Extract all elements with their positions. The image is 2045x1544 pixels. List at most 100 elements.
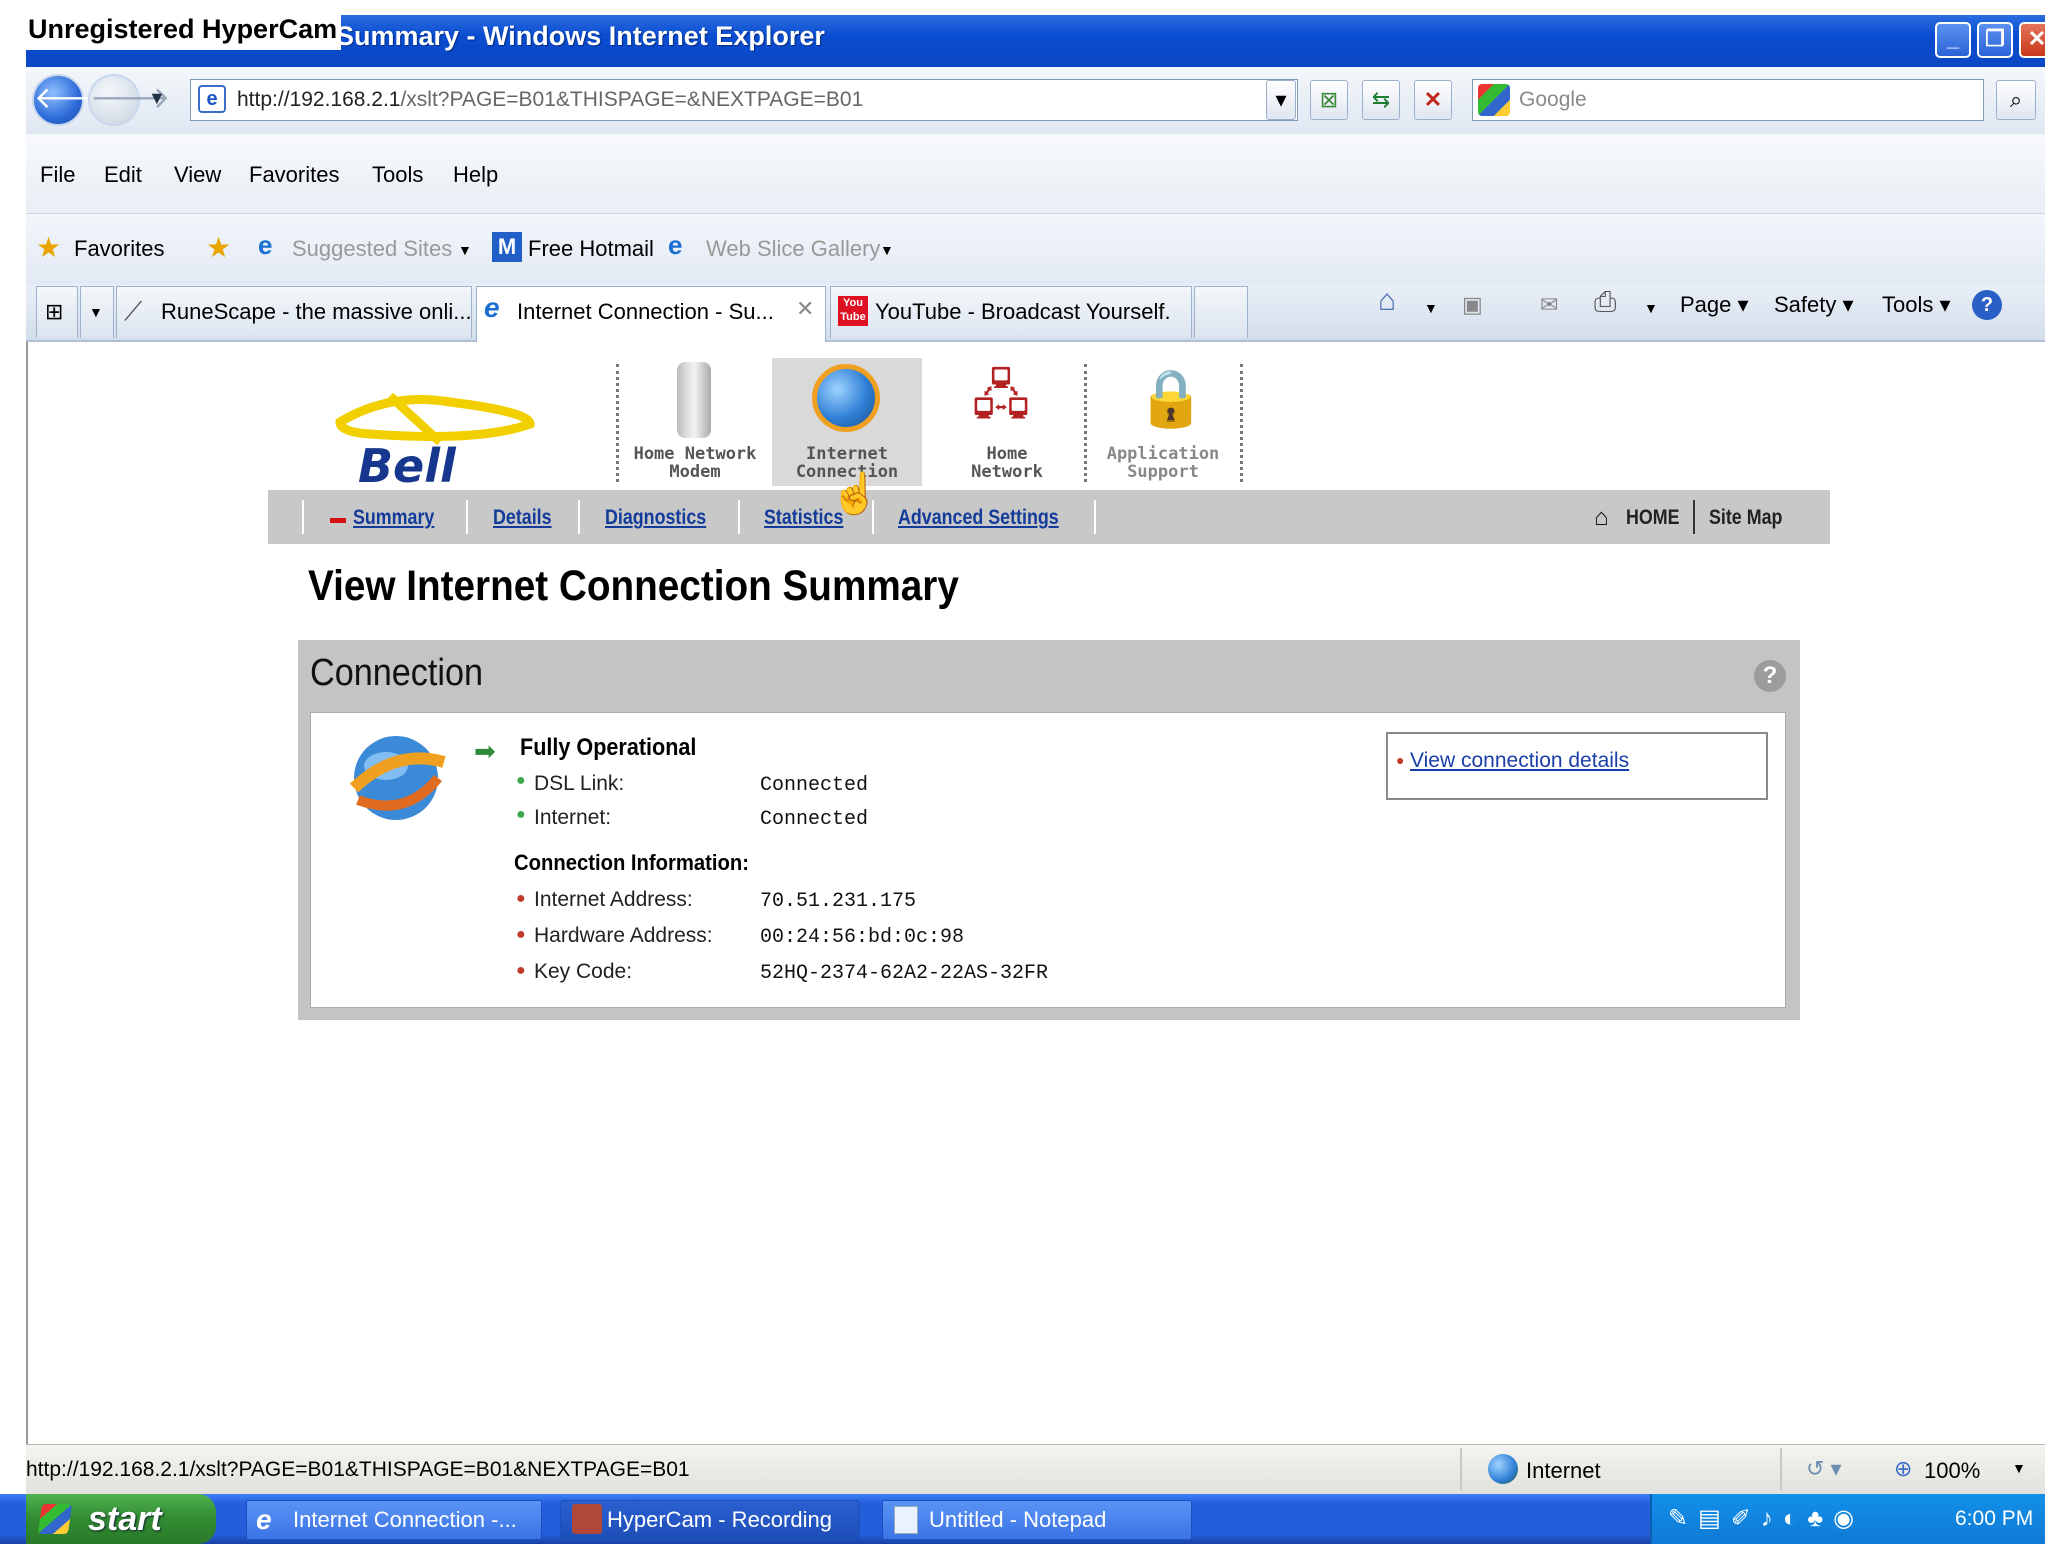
key-code-value: 52HQ-2374-62A2-22AS-32FR (760, 962, 1049, 985)
zoom-level[interactable]: 100% (1924, 1458, 1980, 1484)
ie-taskbar-icon: e (256, 1504, 272, 1535)
nav-internet-connection[interactable]: Internet Connection (772, 358, 922, 486)
free-hotmail-link[interactable]: Free Hotmail (528, 236, 654, 262)
search-input[interactable]: Google (1472, 79, 1984, 121)
page-title: View Internet Connection Summary (308, 562, 959, 610)
taskbar-item-label: HyperCam - Recording (607, 1507, 832, 1532)
bullet-red: ● (516, 890, 526, 907)
start-label: start (88, 1500, 162, 1538)
bullet-red: ● (516, 962, 526, 979)
page-menu-label: Page (1680, 292, 1732, 317)
close-window-button[interactable]: ✕ (2019, 22, 2045, 58)
site-map-link[interactable]: Site Map (1709, 506, 1782, 530)
address-host: http://192.168.2.1 (237, 88, 401, 111)
subnav-divider (466, 500, 468, 534)
current-page-marker (330, 518, 346, 523)
quick-tabs-icon[interactable]: ⊞ (36, 286, 78, 338)
tab-internet-connection[interactable]: Internet Connection - Su... (476, 286, 826, 342)
nav-home-network-modem[interactable]: Home Network Modem (620, 358, 770, 486)
new-tab-button[interactable] (1194, 286, 1248, 338)
restore-button[interactable]: ❐ (1977, 22, 2013, 58)
refresh-icon[interactable]: ⇆ (1362, 80, 1400, 120)
address-dropdown-icon[interactable]: ▾ (1266, 80, 1296, 120)
connection-status: Fully Operational (520, 734, 697, 761)
menu-favorites[interactable]: Favorites (249, 162, 339, 188)
print-icon[interactable]: ⎙ (1594, 286, 1616, 319)
bell-logo: Bell (335, 392, 535, 493)
subnav-diagnostics[interactable]: Diagnostics (605, 506, 706, 530)
web-slice-dropdown-icon[interactable]: ▼ (880, 242, 894, 258)
history-dropdown-icon[interactable]: ▼ (148, 88, 166, 109)
bullet-red: ● (1396, 752, 1405, 768)
web-slice-gallery-link[interactable]: Web Slice Gallery (706, 236, 880, 262)
help-menu-icon[interactable]: ? (1972, 290, 2002, 320)
favorites-button[interactable]: Favorites (74, 236, 164, 262)
suggested-sites-link[interactable]: Suggested Sites (292, 236, 452, 262)
router-home-link[interactable]: HOME (1626, 506, 1680, 530)
connection-panel-title: Connection (310, 652, 484, 694)
subnav-summary[interactable]: Summary (353, 506, 434, 530)
tab-list-dropdown-icon[interactable]: ▼ (80, 286, 114, 338)
back-button[interactable]: 🡐 (32, 74, 114, 126)
google-icon (1478, 84, 1510, 116)
tab-youtube[interactable]: YouTube - Broadcast Yourself. (830, 286, 1192, 338)
nav-divider (1240, 364, 1243, 482)
zoom-dropdown-icon[interactable]: ▼ (2012, 1460, 2026, 1476)
page-menu[interactable]: Page ▾ (1680, 292, 1749, 318)
add-favorites-icon[interactable]: ★ (206, 231, 231, 264)
subnav-divider (578, 500, 580, 534)
safety-menu[interactable]: Safety ▾ (1774, 292, 1854, 318)
print-dropdown-icon[interactable]: ▼ (1644, 300, 1658, 316)
taskbar-item-label: Untitled - Notepad (929, 1507, 1107, 1532)
ie-tab-icon: e (484, 292, 500, 323)
view-connection-details-link[interactable]: View connection details (1410, 749, 1629, 773)
tools-menu[interactable]: Tools ▾ (1882, 292, 1951, 318)
menu-tools[interactable]: Tools (372, 162, 423, 188)
tray-icons[interactable]: ✎▤✐♪◐♣◉ (1668, 1504, 1864, 1533)
feeds-icon[interactable]: ▣ (1462, 292, 1483, 318)
nav-label-line2: Support (1127, 462, 1199, 482)
padlock-icon: 🔒 (1136, 366, 1206, 429)
status-url: http://192.168.2.1/xslt?PAGE=B01&THISPAG… (26, 1458, 690, 1481)
subnav-advanced-settings[interactable]: Advanced Settings (898, 506, 1059, 530)
menu-file[interactable]: File (40, 162, 75, 188)
menu-view[interactable]: View (174, 162, 221, 188)
taskbar-item-label: Internet Connection -... (293, 1507, 517, 1532)
home-icon[interactable]: ⌂ (1378, 284, 1396, 318)
search-icon[interactable]: ⌕ (1996, 80, 2036, 120)
runescape-sword-icon: ⟋ (124, 296, 143, 326)
nav-divider (1084, 364, 1087, 482)
taskbar-internet-connection[interactable]: Internet Connection -... (246, 1500, 542, 1540)
windows-logo-icon (37, 1504, 73, 1534)
nav-home-network[interactable]: 🖧 Home Network (932, 358, 1082, 486)
taskbar-notepad[interactable]: Untitled - Notepad (882, 1500, 1192, 1540)
stop-icon[interactable]: ✕ (1414, 80, 1452, 120)
compatibility-view-icon[interactable]: ⊠ (1310, 80, 1348, 120)
menu-help[interactable]: Help (453, 162, 498, 188)
menu-edit[interactable]: Edit (104, 162, 142, 188)
address-bar[interactable]: http://192.168.2.1/xslt?PAGE=B01&THISPAG… (190, 79, 1298, 121)
read-mail-icon[interactable]: ✉ (1540, 292, 1558, 318)
suggested-sites-icon: e (258, 230, 273, 260)
suggested-dropdown-icon[interactable]: ▼ (458, 242, 472, 258)
globe-icon (812, 364, 880, 432)
tab-runescape[interactable]: RuneScape - the massive onli... (116, 286, 472, 338)
help-icon[interactable]: ? (1754, 660, 1786, 692)
zoom-icon[interactable]: ⊕ (1894, 1456, 1912, 1482)
tab-label: Internet Connection - Su... (517, 299, 774, 324)
youtube-icon: You Tube (838, 296, 868, 326)
home-house-icon: ⌂ (1594, 504, 1609, 531)
tab-label: YouTube - Broadcast Yourself. (875, 299, 1171, 324)
forward-button[interactable]: 🡒 (88, 74, 170, 126)
internet-zone-icon (1488, 1454, 1518, 1484)
home-dropdown-icon[interactable]: ▼ (1424, 300, 1438, 316)
subnav-details[interactable]: Details (493, 506, 552, 530)
network-icon: 🖧 (972, 367, 1030, 425)
tab-label: RuneScape - the massive onli... (161, 299, 472, 324)
protected-mode-icon[interactable]: ↺ ▾ (1806, 1456, 1842, 1482)
close-tab-icon[interactable]: ✕ (796, 296, 814, 322)
minimize-button[interactable]: _ (1935, 22, 1971, 58)
taskbar-hypercam[interactable]: HyperCam - Recording (560, 1500, 860, 1540)
nav-application-support[interactable]: 🔒 Application Support (1088, 358, 1238, 486)
status-arrow-icon: ➡ (474, 736, 496, 766)
